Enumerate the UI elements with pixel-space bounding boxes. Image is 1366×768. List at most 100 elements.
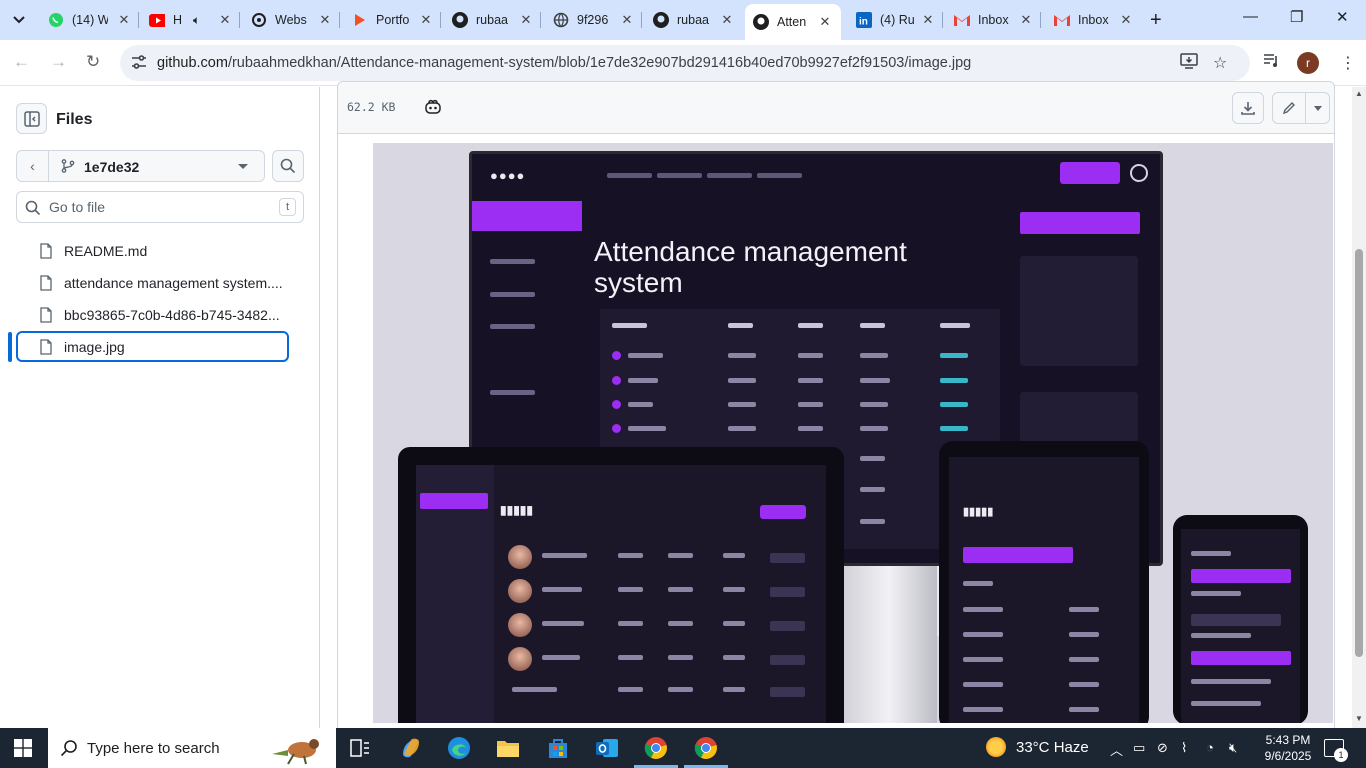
bookmark-star-icon[interactable]: ☆ [1213,53,1227,73]
search-highlight-bird-icon[interactable] [264,732,330,766]
scrollbar-thumb[interactable] [1355,249,1363,657]
chevron-down-icon [13,16,25,24]
mockup-right-cta [1020,212,1140,234]
speaker-icon[interactable]: 🔈︎ [193,13,200,28]
search-files-button[interactable] [272,150,304,182]
tab-title: Inbox [1078,13,1109,27]
forward-arrow-icon[interactable]: → [50,52,67,72]
tab-linkedin[interactable]: in (4) Ru ✕ [848,6,936,34]
tab-title: (14) W [72,13,108,27]
close-icon[interactable]: ✕ [217,12,233,28]
site-info-icon[interactable] [130,53,148,71]
tab-title: Webs [275,13,307,27]
file-item-readme[interactable]: README.md [16,235,289,266]
tab-gmail-1[interactable]: Inbox ✕ [946,6,1034,34]
windows-taskbar: Type here to search 33°C Haze ︿ ▭ ⊘ ⌇ ◔ … [0,728,1366,768]
more-vertical-icon[interactable]: ⋮ [1340,53,1356,73]
copilot-icon[interactable] [424,98,442,116]
chrome-profile-icon[interactable] [684,734,728,768]
file-item-bbc93865[interactable]: bbc93865-7c0b-4d86-b745-3482... [16,299,289,330]
tab-youtube[interactable]: H 🔈︎ ✕ [141,6,233,34]
tab-gmail-2[interactable]: Inbox ✕ [1046,6,1134,34]
address-bar[interactable]: github.com/rubaahmedkhan/Attendance-mana… [120,45,1250,81]
portfolio-icon [352,12,368,28]
restore-icon[interactable]: ❐ [1290,8,1303,26]
speaker-mute-icon[interactable]: 🔇︎ [1229,740,1237,756]
network-off-icon[interactable]: ⊘ [1157,740,1168,756]
close-icon[interactable]: ✕ [1018,12,1034,28]
youtube-icon [149,12,165,28]
branch-name: 1e7de32 [84,159,140,175]
battery-icon[interactable]: ▭ [1133,740,1145,756]
tab-github-2[interactable]: rubaa ✕ [645,6,735,34]
outlook-icon[interactable] [593,734,621,762]
close-icon[interactable]: ✕ [920,12,936,28]
go-to-file-field[interactable]: t [16,191,304,223]
chevron-up-icon[interactable]: ︿ [1110,740,1123,759]
profile-avatar[interactable]: r [1297,52,1319,74]
file-icon [40,338,52,355]
minimize-icon[interactable]: — [1243,8,1258,25]
microsoft-store-icon[interactable] [544,734,572,762]
edit-button-group[interactable] [1272,92,1330,124]
mockup-phone [1173,515,1308,723]
new-tab-plus-icon[interactable]: + [1150,9,1162,32]
tab-whatsapp[interactable]: (14) W ✕ [40,6,132,34]
pencil-icon[interactable] [1281,100,1297,116]
back-arrow-icon[interactable]: ← [13,52,30,72]
file-name: README.md [64,242,148,259]
wifi-off-icon[interactable]: ⌇ [1181,740,1187,756]
reload-icon[interactable]: ↻ [86,52,100,72]
mockup-sidebar-item [490,259,535,264]
close-icon[interactable]: ✕ [719,12,735,28]
file-icon [40,306,52,323]
back-chevron-icon[interactable]: ‹ [17,151,49,181]
close-icon[interactable]: ✕ [418,12,434,28]
file-icon [40,242,52,259]
file-item-attendance[interactable]: attendance management system.... [16,267,289,298]
windows-start-icon[interactable] [14,739,32,757]
url-text[interactable]: github.com/rubaahmedkhan/Attendance-mana… [157,55,971,71]
mockup-nav [607,170,807,180]
close-icon[interactable]: ✕ [518,12,534,28]
close-icon[interactable]: ✕ [116,12,132,28]
chrome-icon[interactable] [634,734,678,768]
tab-webs[interactable]: Webs ✕ [243,6,333,34]
file-explorer-icon[interactable] [494,734,522,762]
collapse-sidebar-button[interactable] [16,103,47,134]
install-app-icon[interactable] [1180,53,1198,74]
go-to-file-input[interactable] [49,198,264,216]
page-scrollbar[interactable]: ▲ ▼ [1352,87,1366,728]
window-close-icon[interactable]: ✕ [1336,8,1349,26]
linkedin-icon: in [856,12,872,28]
tab-portfolio[interactable]: Portfo ✕ [344,6,434,34]
tab-globe[interactable]: 9f296 ✕ [545,6,635,34]
image-preview: ●●●● Attendance management system ▮▮▮▮▮ … [373,143,1333,723]
close-icon[interactable]: ✕ [619,12,635,28]
tab-attendance-active[interactable]: Atten ✕ [745,4,841,40]
mockup-headline: Attendance management system [594,236,907,298]
mockup-sidebar-item [490,324,535,329]
edge-browser-icon[interactable] [445,734,473,762]
close-icon[interactable]: ✕ [1118,12,1134,28]
wifi-icon[interactable]: ◔ [1206,740,1214,755]
tab-search-button[interactable] [6,8,32,32]
blob-header: 62.2 KB [338,82,1334,134]
selected-indicator [8,332,12,362]
caret-down-icon[interactable] [1313,105,1322,111]
media-control-icon[interactable] [1263,53,1279,72]
tab-github-1[interactable]: rubaa ✕ [444,6,534,34]
close-icon[interactable]: ✕ [817,14,833,30]
tab-title: 9f296 [577,13,609,27]
download-button[interactable] [1232,92,1264,124]
git-branch-icon [61,159,75,173]
weather-widget[interactable]: 33°C Haze [986,737,1089,757]
clock[interactable]: 5:43 PM 9/6/2025 [1256,732,1320,764]
copilot-app-icon[interactable] [397,734,425,762]
file-item-image-jpg[interactable]: image.jpg [16,331,289,362]
branch-selector[interactable]: ‹ 1e7de32 [16,150,265,182]
close-icon[interactable]: ✕ [317,12,333,28]
task-view-icon[interactable] [346,734,374,762]
tab-title: (4) Ru [880,13,915,27]
clock-date: 9/6/2025 [1264,749,1312,763]
